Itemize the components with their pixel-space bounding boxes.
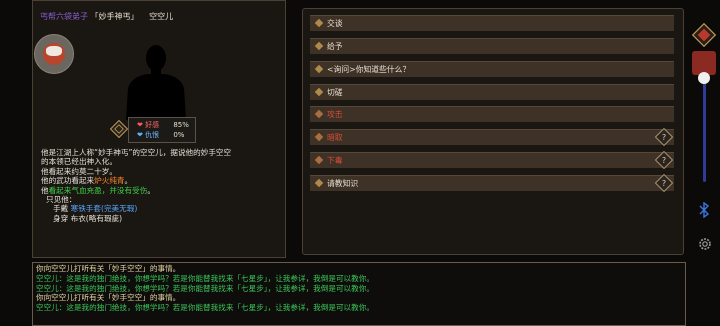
message-log: 你向空空儿打听有关「妙手空空」的事情。 空空儿：这是我的独门绝技，你想学吗？若是… — [36, 264, 374, 313]
log-line: 你向空空儿打听有关「妙手空空」的事情。 — [36, 264, 181, 273]
action-learn[interactable]: 请教知识 — [310, 175, 674, 191]
action-talk[interactable]: 交谈 — [310, 15, 674, 31]
gear-body-item[interactable]: 布衣(略有瑕疵) — [71, 214, 123, 223]
character-description: 他是江湖上人称“妙手神丐”的空空儿，据说他的妙手空空 的本领已经出神入化。 他看… — [41, 148, 281, 223]
hatred-value: 0% — [173, 131, 185, 139]
action-steal[interactable]: 暗取 — [310, 129, 674, 145]
favor-row: ❤ 好感 85% — [137, 120, 189, 130]
hatred-label: 仇恨 — [145, 131, 160, 139]
martial-level: 炉火纯青 — [94, 176, 125, 186]
log-line: 空空儿：这是我的独门绝技，你想学吗？若是你能替我找来「七星步」，让我参详，我倒是… — [36, 273, 374, 283]
compass-icon[interactable] — [691, 22, 717, 48]
avatar[interactable] — [34, 34, 74, 74]
character-title: 丐帮六袋弟子 「妙手神丐」 空空儿 — [40, 11, 173, 22]
gear-icon[interactable] — [697, 236, 713, 252]
health-status: 看起来气血充盈，并没有受伤 — [48, 185, 148, 195]
slider-knob[interactable] — [698, 72, 710, 84]
character-nickname: 「妙手神丐」 — [90, 12, 139, 21]
help-icon[interactable]: ? — [655, 128, 673, 146]
character-name: 空空儿 — [149, 12, 174, 21]
action-ask[interactable]: <询问>你知道些什么？ — [310, 61, 674, 77]
bluetooth-icon[interactable] — [698, 202, 710, 218]
desc-line: 他看起来气血充盈，并没有受伤。 — [41, 185, 155, 195]
log-line: 空空儿：这是我的独门绝技，你想学吗？若是你能替我找来「七星步」，让我参详，我倒是… — [36, 283, 374, 293]
desc-line: 的本领已经出神入化。 — [41, 157, 117, 167]
gear-hand-item[interactable]: 寒铁手套(完美无瑕) — [71, 204, 138, 213]
relation-box: ❤ 好感 85% ❤ 仇恨 0% — [128, 117, 196, 143]
hatred-row: ❤ 仇恨 0% — [137, 130, 184, 140]
gear-hand: 手戴 寒铁手套(完美无瑕) — [53, 204, 138, 214]
desc-line: 他的武功看起来炉火纯青。 — [41, 176, 133, 186]
gear-body: 身穿 布衣(略有瑕疵) — [53, 213, 123, 223]
help-icon[interactable]: ? — [655, 174, 673, 192]
action-attack[interactable]: 攻击 — [310, 106, 674, 122]
heart-blue-icon: ❤ — [137, 131, 143, 139]
svg-text:?: ? — [662, 156, 666, 165]
character-silhouette — [126, 45, 186, 120]
action-give[interactable]: 给予 — [310, 38, 674, 54]
heart-icon: ❤ — [137, 121, 143, 129]
svg-text:?: ? — [662, 133, 666, 142]
character-sect: 丐帮六袋弟子 — [40, 12, 88, 21]
log-line: 空空儿：这是我的独门绝技，你想学吗？若是你能替我找来「七星步」，让我参详，我倒是… — [36, 303, 374, 313]
favor-value: 85% — [173, 121, 189, 129]
help-icon[interactable]: ? — [655, 151, 673, 169]
desc-line: 他是江湖上人称“妙手神丐”的空空儿，据说他的妙手空空 — [41, 148, 232, 157]
relation-icon — [110, 120, 128, 138]
desc-line: 他看起来约莫二十岁。 — [41, 166, 117, 176]
action-poison[interactable]: 下毒 — [310, 152, 674, 168]
volume-slider[interactable] — [703, 78, 706, 182]
log-line: 你向空空儿打听有关「妙手空空」的事情。 — [36, 293, 181, 303]
svg-text:?: ? — [662, 179, 666, 188]
favor-label: 好感 — [145, 121, 160, 129]
action-spar[interactable]: 切磋 — [310, 84, 674, 100]
